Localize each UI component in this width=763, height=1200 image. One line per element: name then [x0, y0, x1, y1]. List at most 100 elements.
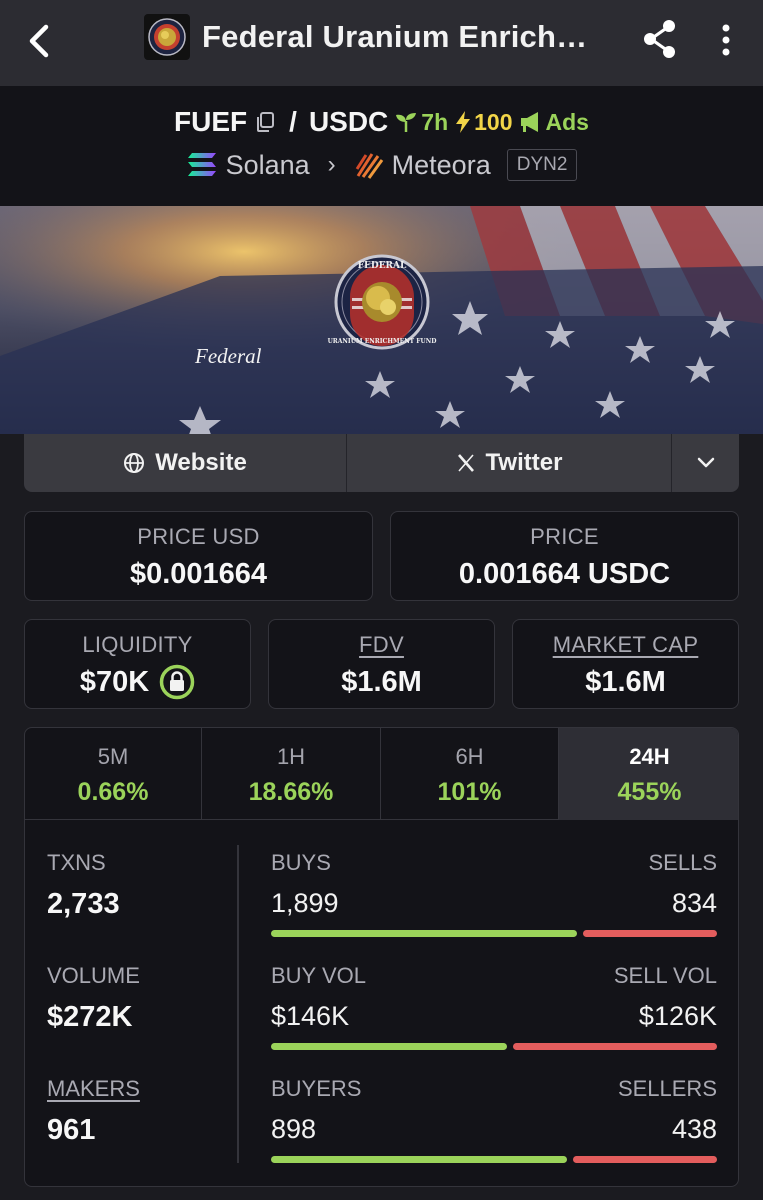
liquidity-label: LIQUIDITY: [82, 632, 193, 657]
liquidity-value: $70K: [79, 665, 150, 698]
website-button[interactable]: Website: [24, 434, 347, 492]
volume-split-block: BUY VOL SELL VOL $146K $126K: [271, 963, 717, 1053]
twitter-label: Twitter: [485, 449, 563, 476]
chevron-down-icon: [697, 457, 714, 468]
sell-vol-label: SELL VOL: [613, 963, 717, 988]
app-bar: Federal Uranium Enrich…: [0, 0, 763, 86]
twitter-button[interactable]: Twitter: [347, 434, 672, 492]
liquidity-value-row: $70K: [25, 664, 250, 700]
buys-bar: [271, 930, 577, 937]
token-logo: [144, 14, 190, 60]
sprout-icon: [396, 113, 417, 132]
share-button[interactable]: [638, 16, 682, 62]
links-bar: Website Twitter: [24, 434, 739, 492]
txns-label: TXNS: [47, 850, 106, 875]
price-usd-label: PRICE USD: [137, 524, 260, 549]
seal-lettering: FEDERAL URANIUM ENRICHMENT FUND: [328, 261, 437, 345]
svg-text:URANIUM ENRICHMENT FUND: URANIUM ENRICHMENT FUND: [328, 338, 437, 345]
tab-change: 455%: [617, 778, 682, 806]
price-usd-card: PRICE USD $0.001664: [24, 511, 373, 601]
buys-label: BUYS: [271, 850, 331, 875]
sells-value: 834: [671, 888, 717, 918]
tab-6h[interactable]: 6H 101%: [381, 728, 559, 820]
chevron-left-icon: [29, 24, 49, 58]
pair-age: 7h: [394, 109, 448, 136]
chain-name[interactable]: Solana: [226, 150, 310, 181]
ads-label: Ads: [545, 108, 589, 135]
tab-label: 24H: [629, 744, 670, 769]
fdv-card[interactable]: FDV $1.6M: [268, 619, 495, 709]
copy-icon[interactable]: [253, 110, 277, 134]
tab-label: 1H: [276, 744, 306, 769]
pair-separator: /: [289, 106, 297, 137]
back-button[interactable]: [22, 18, 62, 64]
column-divider: [237, 845, 239, 1163]
ads-badge[interactable]: Ads: [519, 109, 589, 136]
tab-1h[interactable]: 1H 18.66%: [202, 728, 381, 820]
fdv-label[interactable]: FDV: [269, 632, 494, 658]
timeframe-panel: 5M 0.66% 1H 18.66% 6H 101% 24H 455% TXNS…: [24, 727, 739, 1187]
lock-icon[interactable]: [159, 664, 195, 700]
sells-label: SELLS: [648, 850, 718, 875]
buyers-value: 898: [271, 1114, 317, 1144]
page-title: Federal Uranium Enrich…: [202, 19, 588, 54]
tab-label: 6H: [455, 744, 484, 769]
makers-label[interactable]: MAKERS: [47, 1076, 140, 1102]
x-icon: [457, 454, 474, 472]
tab-change: 0.66%: [77, 778, 149, 806]
more-options-button[interactable]: [712, 16, 740, 62]
makers-value: 961: [47, 1114, 96, 1146]
makers-stat: MAKERS 961: [47, 1076, 140, 1147]
buy-vol-value: $146K: [271, 1001, 350, 1031]
sellers-value: 438: [671, 1114, 717, 1144]
buyers-bar: [271, 1156, 567, 1163]
boost-value: 100: [474, 108, 513, 135]
banner-caption: Federal: [195, 344, 262, 368]
price-native-label: PRICE: [530, 524, 599, 549]
market-cap-card[interactable]: MARKET CAP $1.6M: [512, 619, 739, 709]
tab-change: 101%: [437, 778, 502, 806]
volume-stat: VOLUME $272K: [47, 963, 140, 1034]
sell-vol-value: $126K: [638, 1001, 717, 1031]
tab-change: 18.66%: [248, 778, 334, 806]
token-banner: FEDERAL URANIUM ENRICHMENT FUND Federal: [0, 206, 763, 434]
buys-sells-block: BUYS SELLS 1,899 834: [271, 850, 717, 940]
buy-vol-bar: [271, 1043, 507, 1050]
txns-value: 2,733: [47, 888, 120, 920]
website-label: Website: [155, 449, 247, 476]
base-token-symbol: FUEF: [174, 106, 248, 137]
sells-bar: [583, 930, 717, 937]
tab-label: 5M: [97, 744, 129, 769]
price-usd-value: $0.001664: [129, 558, 268, 590]
timeframe-tabs: 5M 0.66% 1H 18.66% 6H 101% 24H 455%: [25, 728, 738, 820]
dex-name[interactable]: Meteora: [392, 150, 491, 181]
makers-split-block: BUYERS SELLERS 898 438: [271, 1076, 717, 1166]
tab-24h[interactable]: 24H 455%: [559, 728, 738, 820]
market-cap-value: $1.6M: [585, 666, 666, 698]
sell-vol-bar: [513, 1043, 717, 1050]
sellers-bar: [573, 1156, 717, 1163]
globe-icon: [124, 453, 145, 473]
meteora-icon: [355, 153, 383, 179]
solana-icon: [187, 153, 216, 176]
more-links-button[interactable]: [672, 434, 739, 492]
megaphone-icon: [520, 112, 538, 132]
price-native-value: 0.001664 USDC: [458, 558, 671, 590]
market-cap-label[interactable]: MARKET CAP: [513, 632, 738, 658]
tab-5m[interactable]: 5M 0.66%: [25, 728, 202, 820]
liquidity-card: LIQUIDITY $70K: [24, 619, 251, 709]
pair-header: FUEF / USDC 7h 100 Ads Solana › Meteora …: [0, 86, 763, 206]
sellers-label: SELLERS: [617, 1076, 717, 1101]
pair-age-value: 7h: [421, 108, 449, 135]
chevron-right-icon: ›: [327, 151, 336, 178]
quote-token-symbol: USDC: [308, 106, 389, 137]
chain-row: Solana › Meteora DYN2: [0, 146, 763, 184]
lightning-icon: [456, 111, 471, 133]
boost-badge[interactable]: 100: [454, 108, 513, 136]
dex-type-badge: DYN2: [506, 149, 578, 181]
buyers-label: BUYERS: [271, 1076, 362, 1101]
buy-vol-label: BUY VOL: [271, 963, 366, 988]
price-native-card: PRICE 0.001664 USDC: [390, 511, 739, 601]
share-icon: [644, 20, 675, 58]
buys-value: 1,899: [271, 888, 339, 918]
